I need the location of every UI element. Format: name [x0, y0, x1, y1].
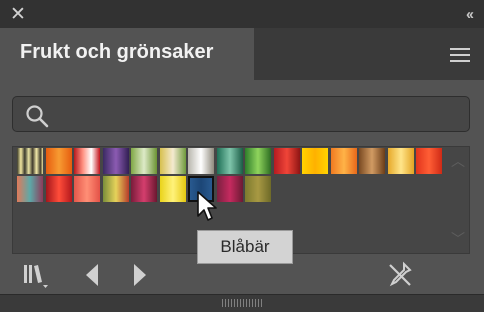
double-chevron-icon[interactable]: ‹‹ — [466, 6, 474, 23]
panel-footer — [0, 256, 484, 296]
gradient-swatch[interactable] — [216, 148, 243, 174]
scroll-up-icon[interactable]: ︿ — [451, 151, 465, 171]
gradient-swatch[interactable] — [188, 148, 214, 174]
previous-arrow-icon[interactable] — [82, 260, 102, 290]
gradient-swatch[interactable] — [359, 148, 385, 174]
libraries-icon[interactable] — [22, 260, 56, 290]
gradient-swatch[interactable] — [387, 148, 414, 174]
gradient-swatch[interactable] — [159, 148, 186, 174]
gradient-swatch[interactable] — [273, 148, 300, 174]
gradient-swatch[interactable] — [17, 176, 43, 202]
tab-panel[interactable]: Frukt och grönsaker — [0, 28, 254, 80]
gradient-swatch[interactable] — [74, 176, 100, 202]
gradient-swatch[interactable] — [245, 148, 271, 174]
gradient-swatch[interactable] — [131, 148, 157, 174]
tab-row: Frukt och grönsaker — [0, 28, 484, 80]
gradient-swatch[interactable] — [245, 176, 271, 202]
gradient-swatch[interactable] — [45, 176, 72, 202]
search-input[interactable] — [59, 101, 463, 129]
close-icon[interactable]: ✕ — [10, 5, 26, 24]
scroll-down-icon[interactable]: ﹀ — [451, 229, 465, 249]
gradient-swatch[interactable] — [74, 148, 100, 174]
grip-lines — [222, 299, 262, 307]
eyedropper-disabled-icon[interactable] — [386, 260, 414, 290]
panel-titlebar: ✕ ‹‹ — [0, 0, 484, 28]
next-arrow-icon[interactable] — [130, 260, 150, 290]
resize-grip[interactable] — [0, 294, 484, 312]
gradient-swatch[interactable] — [302, 148, 328, 174]
search-field[interactable] — [12, 96, 470, 132]
gradient-swatch[interactable] — [102, 148, 129, 174]
panel-title: Frukt och grönsaker — [20, 41, 214, 63]
gradient-swatch[interactable] — [102, 176, 129, 202]
mouse-pointer-icon — [197, 191, 217, 221]
gradient-swatch[interactable] — [330, 148, 357, 174]
search-icon — [26, 105, 49, 128]
gradient-swatch[interactable] — [416, 148, 442, 174]
hamburger-menu-icon[interactable] — [450, 48, 470, 62]
gradient-swatch[interactable] — [159, 176, 186, 202]
gradient-swatch[interactable] — [45, 148, 72, 174]
gradient-swatch[interactable] — [17, 148, 43, 174]
gradient-swatch[interactable] — [131, 176, 157, 202]
